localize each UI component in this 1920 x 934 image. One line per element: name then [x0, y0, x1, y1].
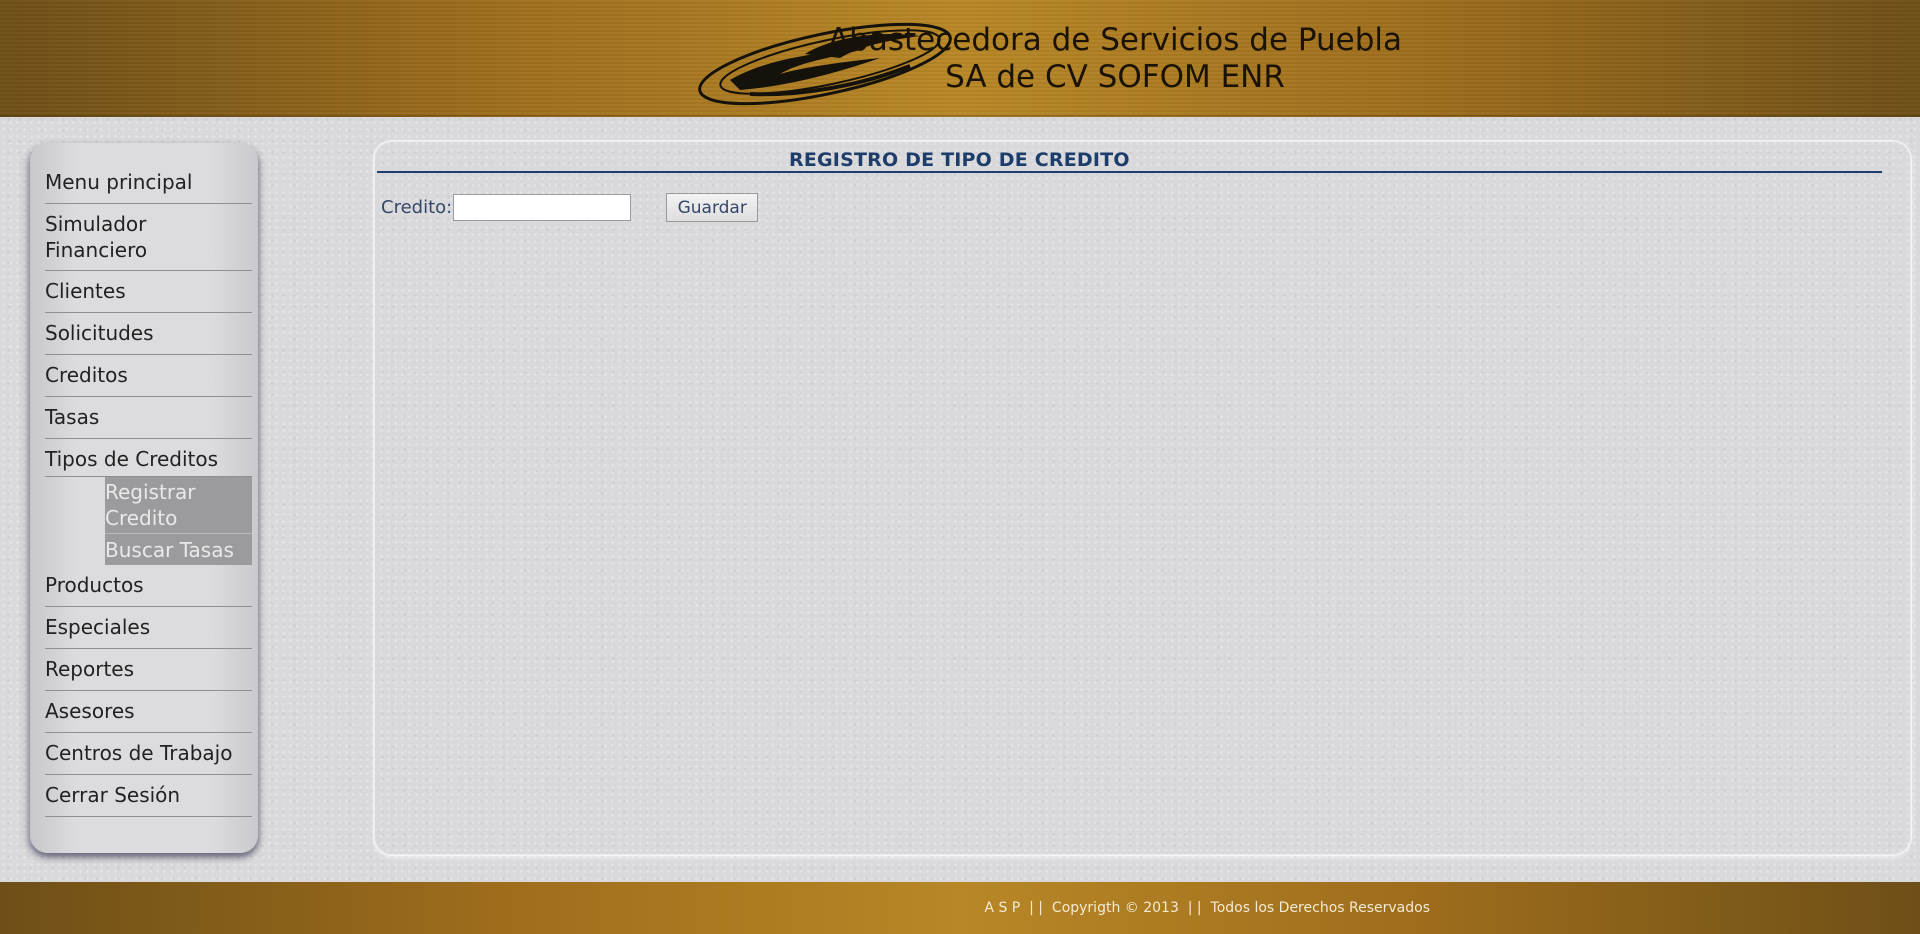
- company-title-line1: Abastecedora de Servicios de Puebla: [827, 22, 1403, 58]
- submenu-item-buscar-tasas[interactable]: Buscar Tasas: [105, 534, 252, 565]
- sidebar-item-asesores[interactable]: Asesores: [45, 691, 252, 733]
- sidebar-menu: Menu principal Simulador Financiero Clie…: [30, 143, 258, 853]
- footer-copyright: A S P | | Copyrigth © 2013 | | Todos los…: [984, 900, 1430, 916]
- sidebar-item-menu-principal[interactable]: Menu principal: [45, 162, 252, 204]
- sidebar-item-clientes[interactable]: Clientes: [45, 271, 252, 313]
- credito-form: Credito: Guardar: [381, 193, 759, 222]
- sidebar-item-tasas[interactable]: Tasas: [45, 397, 252, 439]
- sidebar-menu-list: Menu principal Simulador Financiero Clie…: [30, 143, 258, 817]
- sidebar-item-reportes[interactable]: Reportes: [45, 649, 252, 691]
- footer-bar: A S P | | Copyrigth © 2013 | | Todos los…: [0, 882, 1920, 934]
- credito-label: Credito:: [381, 197, 453, 218]
- sidebar-item-tipos-label: Tipos de Creditos: [45, 447, 219, 471]
- submenu-item-registrar-credito[interactable]: Registrar Credito: [105, 477, 252, 534]
- sidebar-item-creditos[interactable]: Creditos: [45, 355, 252, 397]
- company-title-line2: SA de CV SOFOM ENR: [945, 59, 1285, 95]
- sidebar-item-cerrar-sesion[interactable]: Cerrar Sesión: [45, 775, 252, 817]
- sidebar-item-tipos-de-creditos[interactable]: Tipos de Creditos: [45, 439, 252, 476]
- submenu-tipos-de-creditos: Registrar Credito Buscar Tasas: [45, 477, 252, 565]
- company-title: Abastecedora de Servicios de Puebla SA d…: [800, 22, 1430, 96]
- submenu-container: Registrar Credito Buscar Tasas: [45, 476, 252, 565]
- sidebar-item-centros-de-trabajo[interactable]: Centros de Trabajo: [45, 733, 252, 775]
- credito-input[interactable]: [453, 194, 632, 221]
- sidebar-item-productos[interactable]: Productos: [45, 565, 252, 607]
- panel-title-bar: REGISTRO DE TIPO DE CREDITO: [377, 145, 1882, 173]
- header-banner: Abastecedora de Servicios de Puebla SA d…: [0, 0, 1920, 117]
- sidebar-item-solicitudes[interactable]: Solicitudes: [45, 313, 252, 355]
- sidebar-item-simulador-financiero[interactable]: Simulador Financiero: [45, 204, 252, 271]
- main-content-panel: REGISTRO DE TIPO DE CREDITO Credito: Gua…: [374, 141, 1911, 855]
- sidebar-item-especiales[interactable]: Especiales: [45, 607, 252, 649]
- guardar-button[interactable]: Guardar: [666, 193, 759, 222]
- page-title: REGISTRO DE TIPO DE CREDITO: [789, 149, 1130, 171]
